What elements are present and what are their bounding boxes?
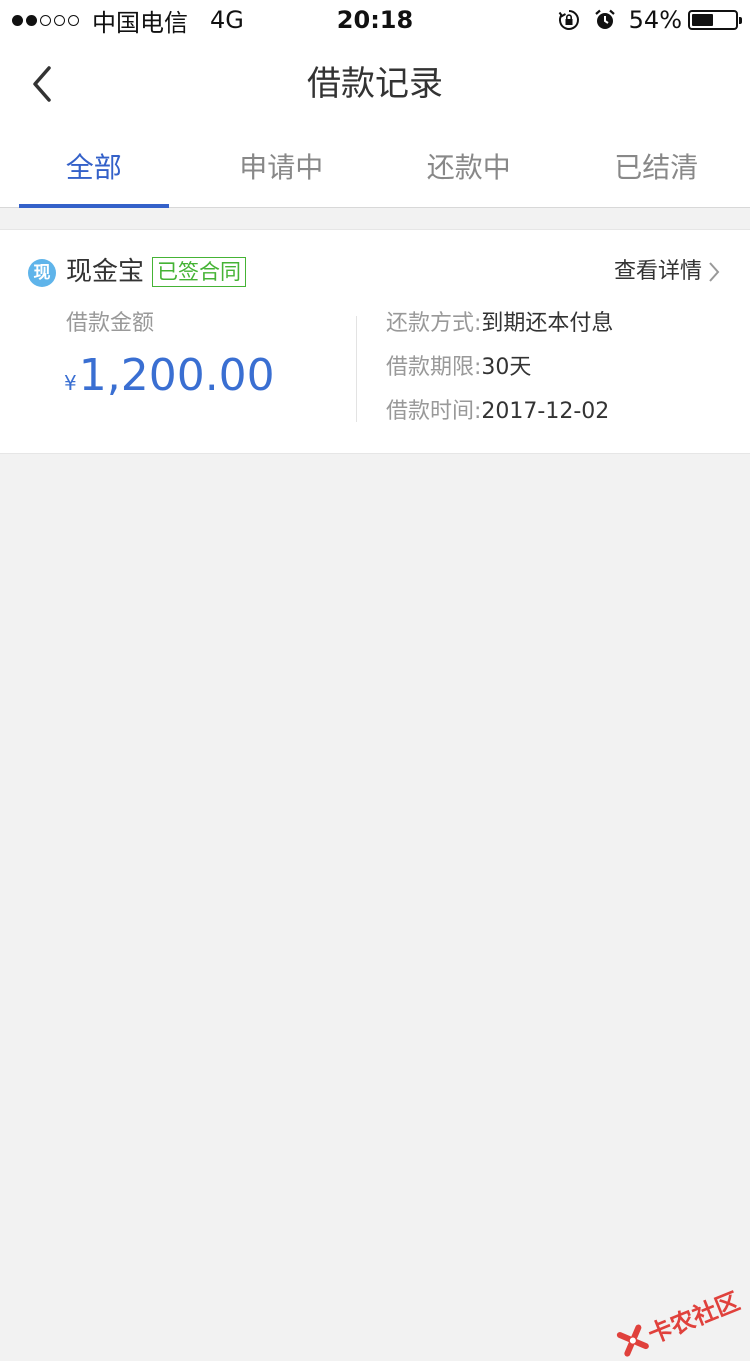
loan-term-value: 30天 — [481, 355, 531, 380]
status-bar: 中国电信 4G 20:18 54% — [0, 0, 750, 40]
loan-time-value: 2017-12-02 — [481, 399, 609, 424]
loan-amount: 1,200.00 — [79, 348, 275, 404]
alarm-icon — [593, 8, 617, 32]
currency-symbol: ¥ — [64, 371, 77, 395]
active-tab-indicator — [19, 204, 169, 208]
tab-label: 全部 — [66, 151, 122, 184]
product-name: 现金宝 — [66, 254, 144, 290]
page-title: 借款记录 — [0, 40, 750, 128]
status-bar-right: 54% — [557, 6, 738, 34]
tab-label: 还款中 — [427, 151, 511, 184]
loan-record-card[interactable]: 现 现金宝 已签合同 查看详情 借款金额 ¥ 1,200.00 还款方式:到期还… — [0, 229, 750, 454]
loan-term-row: 借款期限:30天 — [386, 352, 531, 384]
tab-applying[interactable]: 申请中 — [188, 128, 376, 207]
repay-method-value: 到期还本付息 — [481, 311, 613, 336]
tab-all[interactable]: 全部 — [0, 128, 188, 207]
battery-percent: 54% — [629, 6, 682, 34]
rotation-lock-icon — [557, 8, 581, 32]
watermark-logo-icon — [616, 1323, 650, 1357]
tab-label: 已结清 — [614, 151, 698, 184]
amount-value: ¥ 1,200.00 — [64, 348, 275, 404]
loan-time-row: 借款时间:2017-12-02 — [386, 396, 609, 428]
repay-method-label: 还款方式: — [386, 311, 481, 336]
vertical-divider — [356, 316, 357, 422]
tab-bar: 全部 申请中 还款中 已结清 — [0, 128, 750, 208]
chevron-right-icon — [708, 261, 720, 283]
battery-icon — [688, 10, 738, 30]
battery-fill — [692, 14, 713, 26]
repay-method-row: 还款方式:到期还本付息 — [386, 308, 613, 340]
loan-time-label: 借款时间: — [386, 399, 481, 424]
amount-label: 借款金额 — [66, 308, 154, 340]
product-icon: 现 — [28, 259, 56, 287]
loan-term-label: 借款期限: — [386, 355, 481, 380]
watermark-text: 卡农社区 — [642, 1282, 744, 1350]
tab-settled[interactable]: 已结清 — [563, 128, 750, 207]
view-details-link[interactable]: 查看详情 — [614, 254, 720, 290]
tab-label: 申请中 — [239, 151, 323, 184]
tab-repaying[interactable]: 还款中 — [375, 128, 563, 207]
nav-bar: 借款记录 — [0, 40, 750, 128]
watermark: 卡农社区 — [614, 1282, 744, 1361]
view-details-label: 查看详情 — [614, 254, 702, 290]
status-badge: 已签合同 — [152, 257, 246, 287]
